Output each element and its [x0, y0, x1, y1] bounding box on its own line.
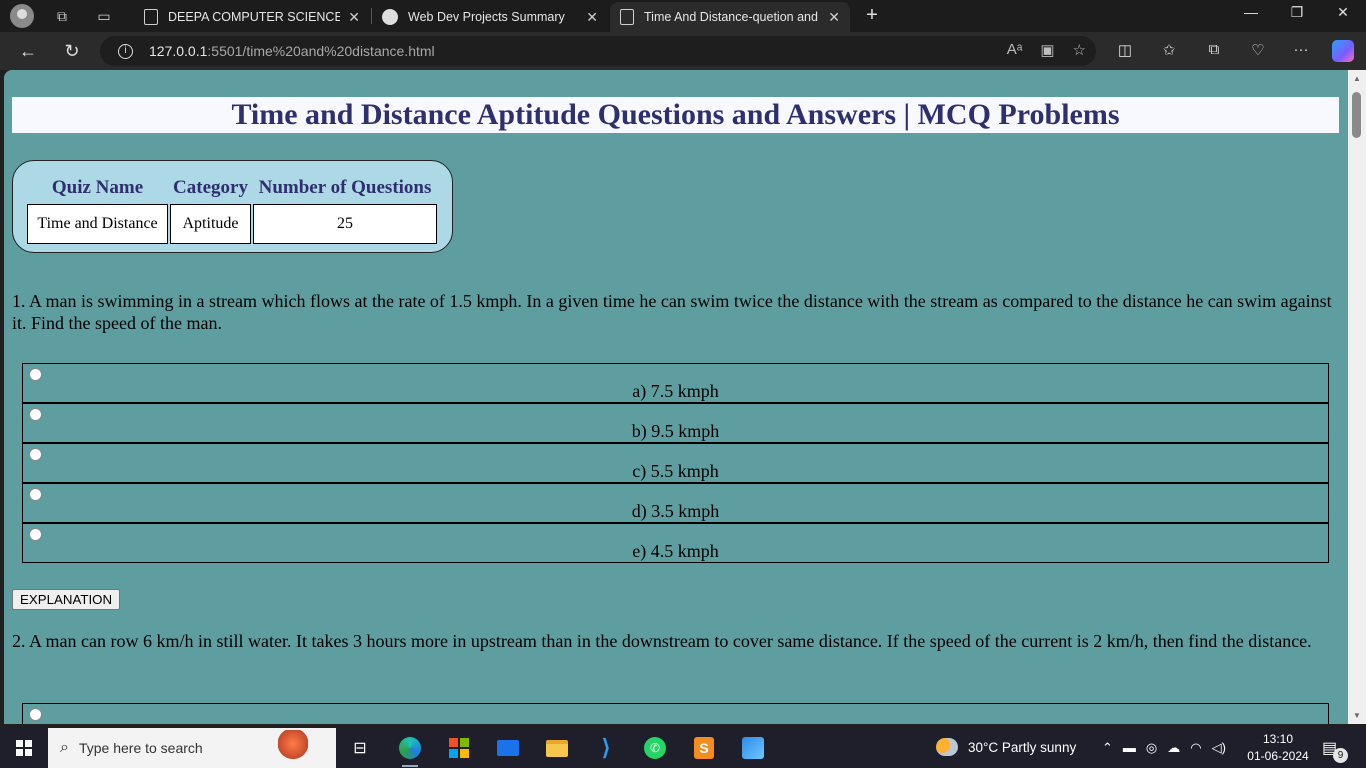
radio-button[interactable]: [29, 408, 42, 421]
option-label: d) 3.5 kmph: [631, 501, 720, 521]
browser-tab-strip: ⧉ ▭ DEEPA COMPUTER SCIENCE STU ✕ Web Dev…: [0, 0, 1366, 32]
tab-label: Time And Distance-quetion and: [644, 10, 818, 24]
close-tab-icon[interactable]: ✕: [586, 9, 598, 26]
page-icon: [144, 9, 158, 25]
copilot-icon[interactable]: [1332, 40, 1354, 62]
close-tab-icon[interactable]: ✕: [348, 9, 360, 26]
favorite-star-icon[interactable]: ☆: [1073, 41, 1086, 59]
option-e[interactable]: e) 4.5 kmph: [23, 524, 1328, 562]
scroll-up-arrow-icon[interactable]: ▲: [1353, 74, 1361, 83]
immersive-reader-icon[interactable]: ▣: [1040, 41, 1054, 59]
scrollbar-thumb[interactable]: [1352, 92, 1361, 138]
search-placeholder: Type here to search: [78, 740, 203, 756]
page-title: Time and Distance Aptitude Questions and…: [12, 97, 1339, 133]
favorites-icon[interactable]: ✩: [1158, 41, 1180, 59]
quiz-info-table: Quiz Name Category Number of Questions T…: [25, 175, 439, 246]
refresh-button[interactable]: ↻: [60, 39, 84, 63]
volume-icon[interactable]: ◁): [1212, 740, 1226, 756]
site-info-icon[interactable]: i: [118, 43, 133, 59]
question-1-text: 1. A man is swimming in a stream which f…: [12, 291, 1332, 333]
search-icon: ⌕: [60, 739, 69, 756]
minimize-button[interactable]: —: [1236, 4, 1266, 20]
radio-button[interactable]: [29, 368, 42, 381]
mail-app-icon[interactable]: [494, 734, 522, 762]
url-text: 127.0.0.1:5501/time%20and%20distance.htm…: [149, 43, 435, 59]
edge-app-icon[interactable]: [396, 734, 424, 767]
chatgpt-icon: [382, 9, 398, 25]
cell-category: Aptitude: [170, 204, 251, 244]
taskbar: ⌕ Type here to search ⊟ ⟩ ✆ S 30°C Partl…: [0, 728, 1366, 768]
taskbar-search-box[interactable]: ⌕ Type here to search: [48, 728, 336, 768]
clock-time: 13:10: [1262, 732, 1294, 746]
vscode-app-icon[interactable]: ⟩: [592, 734, 620, 762]
explanation-button[interactable]: EXPLANATION: [12, 589, 121, 610]
tab-actions-icon[interactable]: ▭: [92, 4, 116, 28]
option-label: b) 9.5 kmph: [631, 421, 720, 441]
meet-now-icon[interactable]: ◎: [1146, 740, 1157, 756]
tab-label: Web Dev Projects Summary: [408, 10, 565, 24]
cell-number-of-questions: 25: [253, 204, 437, 244]
split-screen-icon[interactable]: ◫: [1114, 41, 1136, 59]
read-aloud-icon[interactable]: Aᵃ: [1007, 41, 1023, 59]
option-label: e) 4.5 kmph: [632, 541, 719, 561]
file-explorer-icon[interactable]: [543, 734, 571, 762]
cell-quiz-name: Time and Distance: [27, 204, 168, 244]
header-number-of-questions: Number of Questions: [258, 177, 432, 198]
restore-button[interactable]: ❐: [1282, 4, 1312, 21]
weather-icon[interactable]: [936, 738, 958, 756]
option-d[interactable]: d) 3.5 kmph: [23, 484, 1328, 524]
radio-button[interactable]: [29, 708, 42, 721]
weather-text[interactable]: 30°C Partly sunny: [968, 740, 1076, 755]
more-menu-icon[interactable]: ···: [1290, 41, 1312, 58]
taskbar-clock[interactable]: 13:10 01-06-2024: [1244, 731, 1312, 765]
close-tab-icon[interactable]: ✕: [828, 9, 840, 26]
question-1-options: a) 7.5 kmph b) 9.5 kmph c) 5.5 kmph d) 3…: [22, 363, 1329, 563]
sublime-app-icon[interactable]: S: [690, 734, 718, 762]
new-tab-button[interactable]: +: [860, 4, 884, 27]
radio-button[interactable]: [29, 528, 42, 541]
task-view-icon[interactable]: ⊟: [346, 734, 374, 762]
browser-essentials-icon[interactable]: ♡: [1247, 41, 1269, 59]
close-window-button[interactable]: ✕: [1328, 4, 1358, 21]
system-tray: ⌃ ▬ ◎ ☁ ◠ ◁): [1102, 740, 1226, 756]
address-bar[interactable]: i 127.0.0.1:5501/time%20and%20distance.h…: [100, 36, 1096, 66]
collections-icon[interactable]: ⧉: [1203, 41, 1225, 58]
vertical-scrollbar[interactable]: ▲ ▼: [1348, 70, 1366, 724]
whatsapp-app-icon[interactable]: ✆: [641, 734, 669, 762]
battery-icon[interactable]: ▬: [1123, 740, 1136, 756]
page-icon: [620, 9, 634, 25]
option-b[interactable]: b) 9.5 kmph: [23, 404, 1328, 444]
header-category: Category: [173, 177, 248, 198]
workspaces-icon[interactable]: ⧉: [50, 4, 74, 28]
scroll-down-arrow-icon[interactable]: ▼: [1353, 711, 1361, 720]
clock-date: 01-06-2024: [1247, 749, 1309, 763]
option-label: c) 5.5 kmph: [632, 461, 719, 481]
option-a[interactable]: a) 7.5 kmph: [23, 364, 1328, 404]
navigation-bar: ← ↻ i 127.0.0.1:5501/time%20and%20distan…: [0, 32, 1366, 70]
header-quiz-name: Quiz Name: [51, 177, 144, 198]
wifi-icon[interactable]: ◠: [1190, 740, 1201, 756]
onedrive-icon[interactable]: ☁: [1167, 740, 1180, 756]
tab-time-distance[interactable]: Time And Distance-quetion and ✕: [610, 2, 850, 32]
option-a[interactable]: [23, 704, 1328, 724]
question-2-options: [22, 703, 1329, 724]
store-app-icon[interactable]: [445, 734, 473, 762]
back-button[interactable]: ←: [16, 39, 40, 63]
radio-button[interactable]: [29, 488, 42, 501]
tab-deepa[interactable]: DEEPA COMPUTER SCIENCE STU ✕: [134, 2, 370, 32]
profile-icon[interactable]: [10, 4, 34, 28]
quiz-info-box: Quiz Name Category Number of Questions T…: [12, 160, 453, 253]
photos-app-icon[interactable]: [739, 734, 767, 762]
windows-start-icon[interactable]: [16, 740, 32, 756]
option-c[interactable]: c) 5.5 kmph: [23, 444, 1328, 484]
search-highlight-icon: [278, 730, 308, 764]
tab-web-dev[interactable]: Web Dev Projects Summary ✕: [372, 2, 608, 32]
question-2-text: 2. A man can row 6 km/h in still water. …: [12, 631, 1312, 651]
page-viewport: Time and Distance Aptitude Questions and…: [4, 70, 1348, 724]
radio-button[interactable]: [29, 448, 42, 461]
tab-label: DEEPA COMPUTER SCIENCE STU: [168, 10, 341, 24]
show-hidden-icons-icon[interactable]: ⌃: [1102, 740, 1113, 756]
option-label: a) 7.5 kmph: [632, 381, 719, 401]
notification-badge: 9: [1333, 748, 1348, 763]
